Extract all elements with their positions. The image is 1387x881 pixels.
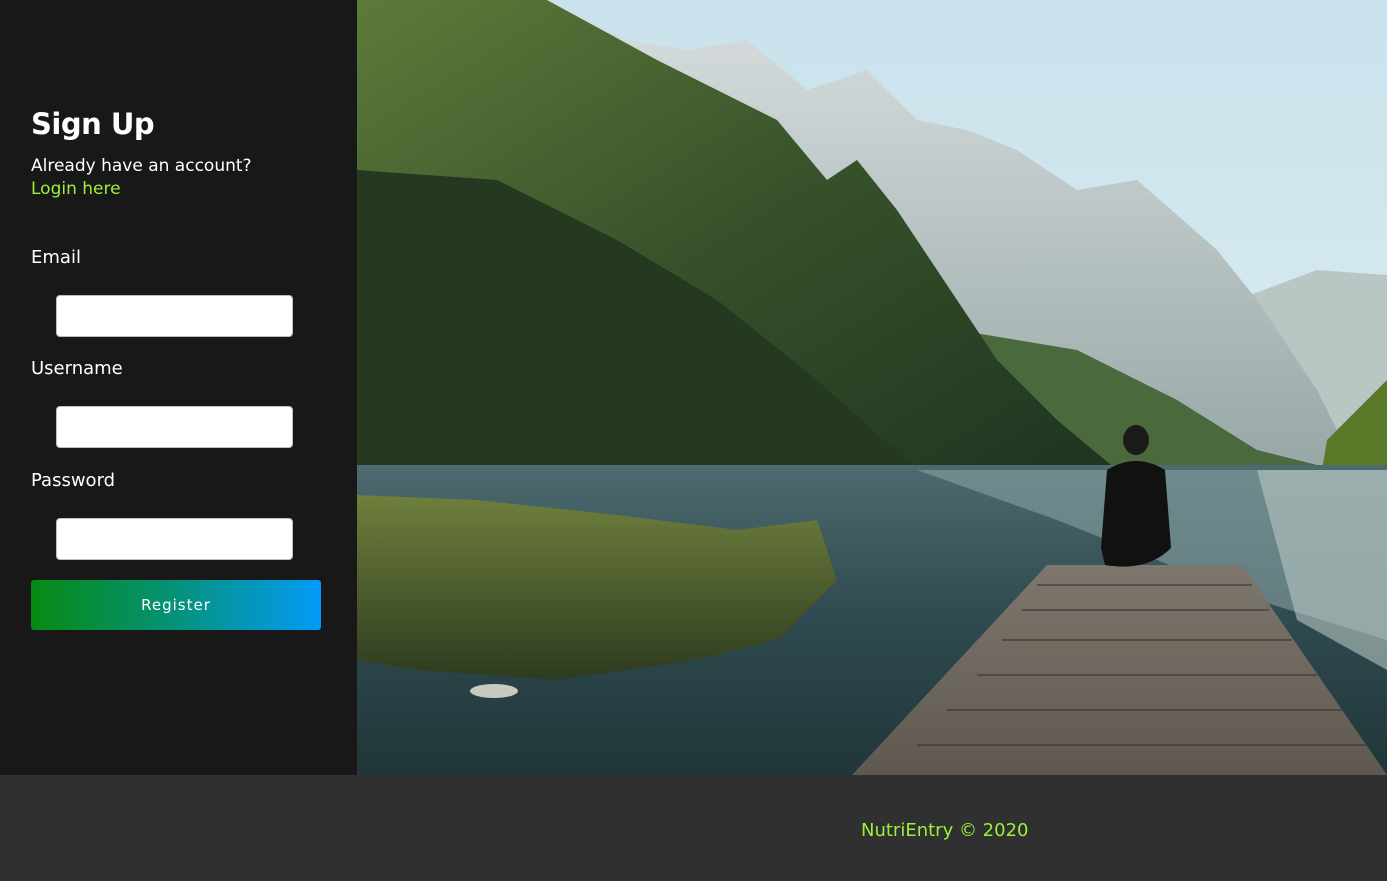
footer: NutriEntry © 2020 (0, 775, 1387, 881)
register-button[interactable]: Register (31, 580, 321, 630)
have-account-text: Already have an account? (31, 156, 252, 176)
page-title: Sign Up (31, 107, 155, 141)
signup-panel: Sign Up Already have an account? Login h… (0, 0, 357, 775)
password-label: Password (31, 470, 116, 491)
login-link[interactable]: Login here (31, 179, 121, 199)
footer-copyright: NutriEntry © 2020 (861, 820, 1029, 841)
username-field[interactable] (56, 406, 293, 448)
password-field[interactable] (56, 518, 293, 560)
username-label: Username (31, 358, 123, 379)
signup-page: Sign Up Already have an account? Login h… (0, 0, 1387, 881)
email-label: Email (31, 247, 81, 268)
hero-image (357, 0, 1387, 775)
email-field[interactable] (56, 295, 293, 337)
